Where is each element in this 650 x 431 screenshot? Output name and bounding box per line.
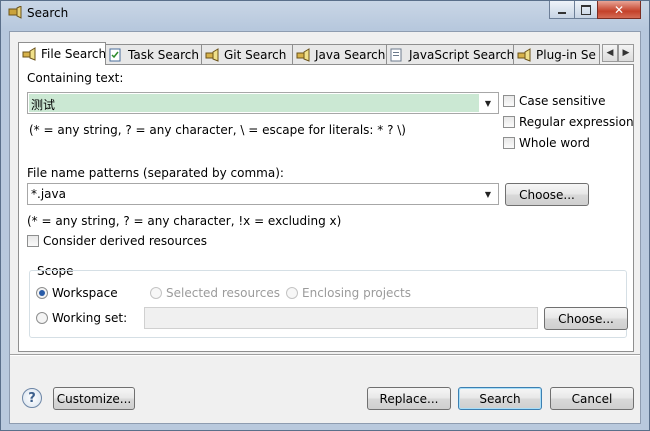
chevron-right-icon: ▶ — [622, 48, 630, 58]
tab-plugin-search[interactable]: Plug-in Se — [513, 44, 600, 64]
plugin-search-icon — [517, 47, 532, 62]
title-bar[interactable]: Search ✕ — [1, 1, 649, 27]
minimize-button[interactable] — [549, 1, 575, 19]
chevron-left-icon: ◀ — [606, 48, 614, 58]
file-name-patterns-label: File name patterns (separated by comma): — [27, 166, 284, 180]
enclosing-projects-radio[interactable] — [286, 287, 298, 299]
case-sensitive-checkbox[interactable] — [503, 95, 515, 107]
git-icon — [205, 47, 220, 62]
task-icon — [109, 48, 124, 62]
footer-divider — [10, 354, 640, 356]
window-title: Search — [27, 6, 69, 20]
workspace-radio[interactable] — [36, 287, 48, 299]
containing-text-value: 测试 — [31, 98, 56, 112]
file-search-icon — [22, 47, 37, 61]
file-patterns-choose-button[interactable]: Choose... — [505, 183, 589, 206]
tab-git-search[interactable]: Git Search — [201, 44, 293, 64]
file-search-panel: Containing text: 测试 ▼ (* = any string, ?… — [18, 64, 634, 352]
containing-text-selection — [29, 94, 479, 112]
regex-label: Regular expression — [519, 115, 634, 129]
working-set-choose-button[interactable]: Choose... — [544, 307, 628, 330]
customize-button[interactable]: Customize... — [53, 387, 135, 410]
file-name-patterns-combo[interactable]: *.java ▼ — [27, 183, 499, 205]
tab-javascript-search[interactable]: JavaScript Search — [386, 44, 514, 64]
maximize-button[interactable] — [574, 1, 598, 19]
whole-word-checkbox[interactable] — [503, 137, 515, 149]
tab-label: File Search — [41, 47, 106, 61]
case-sensitive-label: Case sensitive — [519, 94, 606, 108]
containing-text-hint: (* = any string, ? = any character, \ = … — [29, 123, 406, 137]
tab-label: Java Search — [315, 47, 386, 62]
close-icon: ✕ — [613, 2, 625, 17]
enclosing-projects-label: Enclosing projects — [302, 286, 411, 300]
tab-scroll-left-button[interactable]: ◀ — [602, 44, 618, 62]
dialog-body: File Search Task Search Git Search Java … — [9, 31, 641, 424]
close-button[interactable]: ✕ — [597, 1, 641, 19]
containing-text-combo[interactable]: 测试 ▼ — [27, 92, 499, 114]
derived-resources-label: Consider derived resources — [43, 234, 207, 248]
containing-text-label: Containing text: — [27, 71, 124, 85]
search-flashlight-icon — [8, 5, 22, 20]
tab-label: Task Search — [128, 47, 199, 62]
tab-java-search[interactable]: Java Search — [292, 44, 387, 64]
file-name-patterns-value: *.java — [31, 187, 66, 201]
tab-scroll-right-button[interactable]: ▶ — [618, 44, 634, 62]
maximize-icon — [581, 4, 591, 15]
minimize-icon — [558, 11, 566, 14]
selected-resources-label: Selected resources — [166, 286, 280, 300]
chevron-down-icon[interactable]: ▼ — [480, 94, 496, 112]
help-icon[interactable]: ? — [22, 388, 42, 408]
tab-label: Plug-in Se — [536, 47, 596, 62]
scope-group: Workspace Selected resources Enclosing p… — [29, 270, 628, 338]
tab-label: Git Search — [224, 47, 287, 62]
tab-label: JavaScript Search — [409, 47, 514, 62]
whole-word-label: Whole word — [519, 136, 590, 150]
replace-button[interactable]: Replace... — [367, 387, 451, 410]
search-dialog: Search ✕ File Search Task Search Git Sea… — [0, 0, 650, 431]
tab-file-search[interactable]: File Search — [18, 42, 106, 65]
file-name-patterns-hint: (* = any string, ? = any character, !x =… — [27, 214, 342, 228]
search-button[interactable]: Search — [458, 387, 542, 410]
selected-resources-radio[interactable] — [150, 287, 162, 299]
tab-strip: File Search Task Search Git Search Java … — [18, 42, 636, 65]
tab-task-search[interactable]: Task Search — [105, 44, 202, 64]
working-set-radio[interactable] — [36, 312, 48, 324]
chevron-down-icon[interactable]: ▼ — [480, 185, 496, 203]
working-set-label: Working set: — [52, 311, 128, 325]
java-search-icon — [296, 47, 311, 62]
regex-checkbox[interactable] — [503, 116, 515, 128]
javascript-search-icon — [390, 48, 405, 62]
derived-resources-checkbox[interactable] — [27, 235, 39, 247]
cancel-button[interactable]: Cancel — [550, 387, 634, 410]
working-set-field[interactable] — [144, 307, 538, 329]
workspace-label: Workspace — [52, 286, 118, 300]
